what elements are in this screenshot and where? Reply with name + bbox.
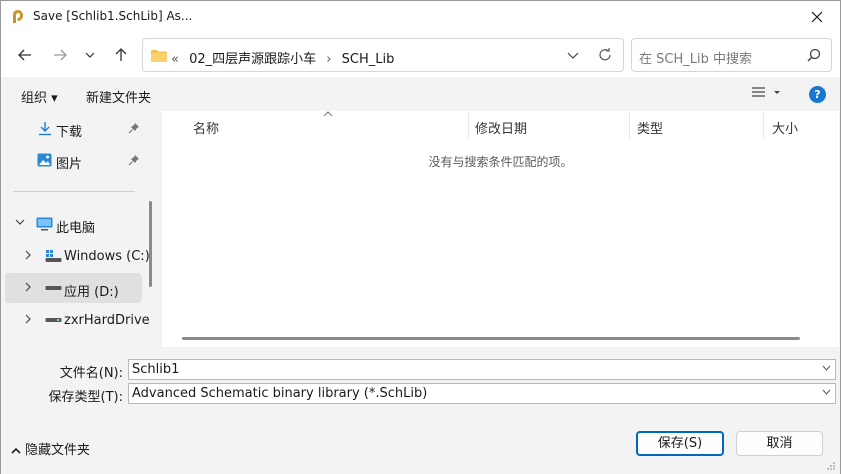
filename-value: Schlib1 bbox=[132, 362, 180, 377]
chevron-down-icon[interactable] bbox=[15, 218, 25, 226]
search-icon bbox=[807, 48, 821, 62]
title-bar: Save [Schlib1.SchLib] As... bbox=[1, 1, 840, 33]
new-folder-button[interactable]: 新建文件夹 bbox=[86, 87, 151, 106]
filetype-label: 保存类型(T): bbox=[48, 390, 123, 405]
drive-icon bbox=[45, 286, 62, 290]
dialog-footer: 隐藏文件夹 保存(S) 取消 bbox=[1, 407, 840, 474]
column-divider[interactable] bbox=[763, 111, 764, 139]
filename-label: 文件名(N): bbox=[59, 366, 123, 381]
column-divider[interactable] bbox=[468, 111, 469, 139]
up-button[interactable] bbox=[107, 41, 135, 69]
sidebar-divider bbox=[13, 191, 135, 192]
sidebar-item-label: Windows (C:) bbox=[64, 249, 150, 264]
search-placeholder: 在 SCH_Lib 中搜索 bbox=[639, 52, 752, 67]
sidebar-item-label: 图片 bbox=[56, 157, 83, 172]
help-button[interactable]: ? bbox=[809, 86, 826, 103]
save-form: 文件名(N): Schlib1 保存类型(T): Advanced Schema… bbox=[1, 347, 840, 407]
resize-grip-icon[interactable] bbox=[826, 461, 836, 471]
file-list: 名称 修改日期 类型 大小 没有与搜索条件匹配的项。 bbox=[162, 111, 839, 347]
cancel-button[interactable]: 取消 bbox=[736, 431, 823, 456]
sidebar-item-drive-d[interactable]: 应用 (D:) bbox=[5, 273, 142, 303]
chevron-right-icon[interactable] bbox=[24, 314, 32, 324]
sidebar-item-drive-c[interactable]: Windows (C:) bbox=[5, 241, 150, 271]
window-title: Save [Schlib1.SchLib] As... bbox=[33, 9, 193, 23]
sidebar-item-label: 应用 (D:) bbox=[64, 285, 119, 300]
sort-ascending-icon bbox=[323, 111, 333, 117]
altium-icon bbox=[13, 10, 23, 23]
sidebar-item-this-pc[interactable]: 此电脑 bbox=[5, 209, 142, 239]
address-bar[interactable]: « 02_四层声源跟踪小车 › SCH_Lib bbox=[142, 38, 624, 72]
command-bar: 组织 ▾ 新建文件夹 ? bbox=[1, 77, 840, 111]
search-box[interactable]: 在 SCH_Lib 中搜索 bbox=[631, 38, 832, 72]
filetype-value: Advanced Schematic binary library (*.Sch… bbox=[132, 386, 428, 401]
pin-icon[interactable] bbox=[128, 154, 140, 166]
breadcrumb-item[interactable]: SCH_Lib bbox=[342, 52, 395, 67]
recent-locations-button[interactable] bbox=[76, 41, 104, 69]
sidebar-item-label: 此电脑 bbox=[56, 221, 96, 236]
column-header-size[interactable]: 大小 bbox=[772, 118, 798, 137]
arrow-right-icon bbox=[54, 49, 67, 61]
arrow-left-icon bbox=[18, 49, 31, 61]
pin-icon[interactable] bbox=[128, 122, 140, 134]
column-header-name[interactable]: 名称 bbox=[193, 118, 219, 137]
close-button[interactable] bbox=[794, 1, 840, 33]
sidebar-item-label: zxrHardDrive bbox=[64, 313, 150, 328]
drive-c-icon bbox=[45, 250, 62, 262]
sidebar-scrollbar[interactable] bbox=[149, 201, 152, 287]
chevron-down-icon[interactable] bbox=[822, 365, 831, 371]
forward-button[interactable] bbox=[46, 41, 74, 69]
breadcrumb-separator[interactable]: › bbox=[326, 52, 331, 67]
arrow-up-icon bbox=[115, 48, 127, 61]
sidebar-item-zxrharddrive[interactable]: zxrHardDrive bbox=[5, 305, 150, 335]
sidebar-item-label: 下载 bbox=[56, 125, 83, 140]
close-icon bbox=[811, 11, 823, 23]
computer-icon bbox=[36, 217, 53, 231]
download-icon bbox=[39, 122, 51, 136]
folder-icon bbox=[151, 50, 167, 62]
chevron-down-icon bbox=[85, 52, 95, 58]
hide-folders-toggle[interactable]: 隐藏文件夹 bbox=[11, 439, 90, 458]
filename-input[interactable]: Schlib1 bbox=[128, 359, 836, 380]
address-overflow[interactable]: « bbox=[171, 52, 179, 67]
filetype-select[interactable]: Advanced Schematic binary library (*.Sch… bbox=[128, 383, 836, 404]
back-button[interactable] bbox=[11, 41, 39, 69]
column-header-type[interactable]: 类型 bbox=[637, 118, 663, 137]
column-header-date[interactable]: 修改日期 bbox=[475, 118, 527, 137]
refresh-icon[interactable] bbox=[597, 47, 613, 63]
pictures-icon bbox=[37, 153, 52, 167]
sidebar-item-downloads[interactable]: 下载 bbox=[5, 113, 142, 143]
hide-folders-label: 隐藏文件夹 bbox=[25, 443, 91, 458]
sidebar-item-pictures[interactable]: 图片 bbox=[5, 145, 142, 175]
column-divider[interactable] bbox=[629, 111, 630, 139]
chevron-down-icon[interactable] bbox=[565, 47, 581, 63]
empty-message: 没有与搜索条件匹配的项。 bbox=[428, 155, 573, 169]
horizontal-scrollbar[interactable] bbox=[182, 337, 800, 340]
breadcrumb-item[interactable]: 02_四层声源跟踪小车 bbox=[189, 52, 316, 67]
chevron-right-icon[interactable] bbox=[24, 250, 32, 260]
chevron-right-icon[interactable] bbox=[24, 282, 32, 292]
navigation-bar: « 02_四层声源跟踪小车 › SCH_Lib 在 SCH_Lib 中搜索 bbox=[1, 33, 840, 77]
drive-icon bbox=[45, 318, 62, 322]
organize-menu[interactable]: 组织 ▾ bbox=[21, 87, 58, 106]
list-view-icon[interactable] bbox=[749, 85, 785, 101]
chevron-down-icon[interactable] bbox=[822, 389, 831, 395]
save-button[interactable]: 保存(S) bbox=[636, 431, 724, 456]
navigation-pane: 下载 图片 此电脑 Windows (C:) 应用 (D:) zxrHardDr… bbox=[1, 111, 156, 347]
chevron-up-icon bbox=[11, 447, 21, 454]
save-as-dialog: Save [Schlib1.SchLib] As... « 02_四层声源跟踪小… bbox=[0, 0, 841, 474]
